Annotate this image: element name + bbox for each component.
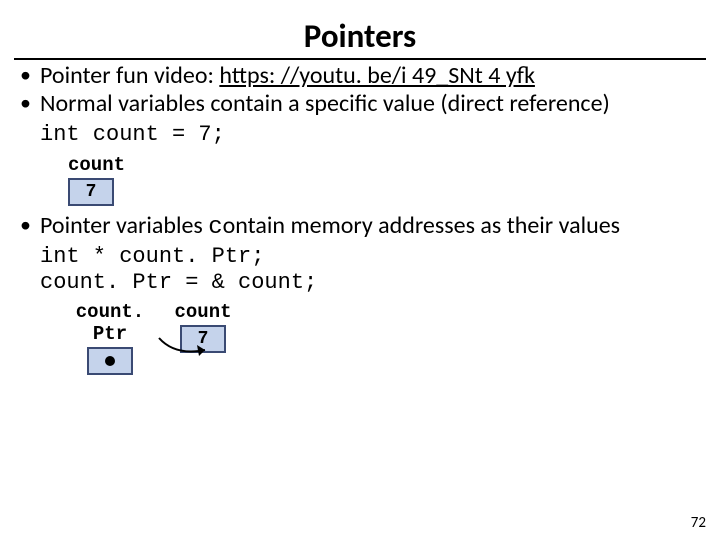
box-count-value: 7 (68, 178, 114, 206)
code-block-ptr: int * count. Ptr; count. Ptr = & count; (40, 244, 720, 297)
bullet-video: Pointer fun video: https: //youtu. be/i … (14, 62, 706, 90)
col-ptr: count. Ptr (60, 301, 160, 375)
bullet-list-2: Pointer variables contain memory address… (0, 212, 720, 242)
title-underline (14, 58, 706, 60)
bullet-video-prefix: Pointer fun video: (40, 61, 219, 90)
code-line-1: int * count. Ptr; (40, 244, 720, 270)
slide-title: Pointers (0, 0, 720, 56)
pointer-dot-icon (105, 356, 115, 366)
code-line-2: count. Ptr = & count; (40, 270, 720, 296)
video-link[interactable]: https: //youtu. be/i 49_SNt 4 yfk (219, 61, 535, 90)
bullet-normal-vars: Normal variables contain a specific valu… (14, 90, 706, 147)
col-count: count 7 (168, 301, 238, 353)
diagram-pointer: count. Ptr count 7 (60, 301, 720, 361)
label-count: count (68, 154, 114, 176)
code-int-count: int count = 7; (40, 122, 225, 147)
label-count-2: count (168, 301, 238, 323)
bullet-pointer-c: c (208, 214, 222, 241)
box-count-value-2: 7 (180, 325, 226, 353)
bullet-pointer-vars: Pointer variables contain memory address… (14, 212, 706, 242)
diagram-count: count 7 (68, 154, 720, 206)
bullet-pointer-text-1: Pointer variables (40, 211, 208, 240)
bullet-pointer-text-2: ontain memory addresses as their values (223, 211, 620, 240)
page-number: 72 (691, 514, 706, 532)
bullet-normal-text: Normal variables contain a specific valu… (40, 89, 610, 118)
bullet-list: Pointer fun video: https: //youtu. be/i … (0, 62, 720, 148)
box-countptr (87, 347, 133, 375)
label-countptr: count. Ptr (60, 301, 160, 345)
